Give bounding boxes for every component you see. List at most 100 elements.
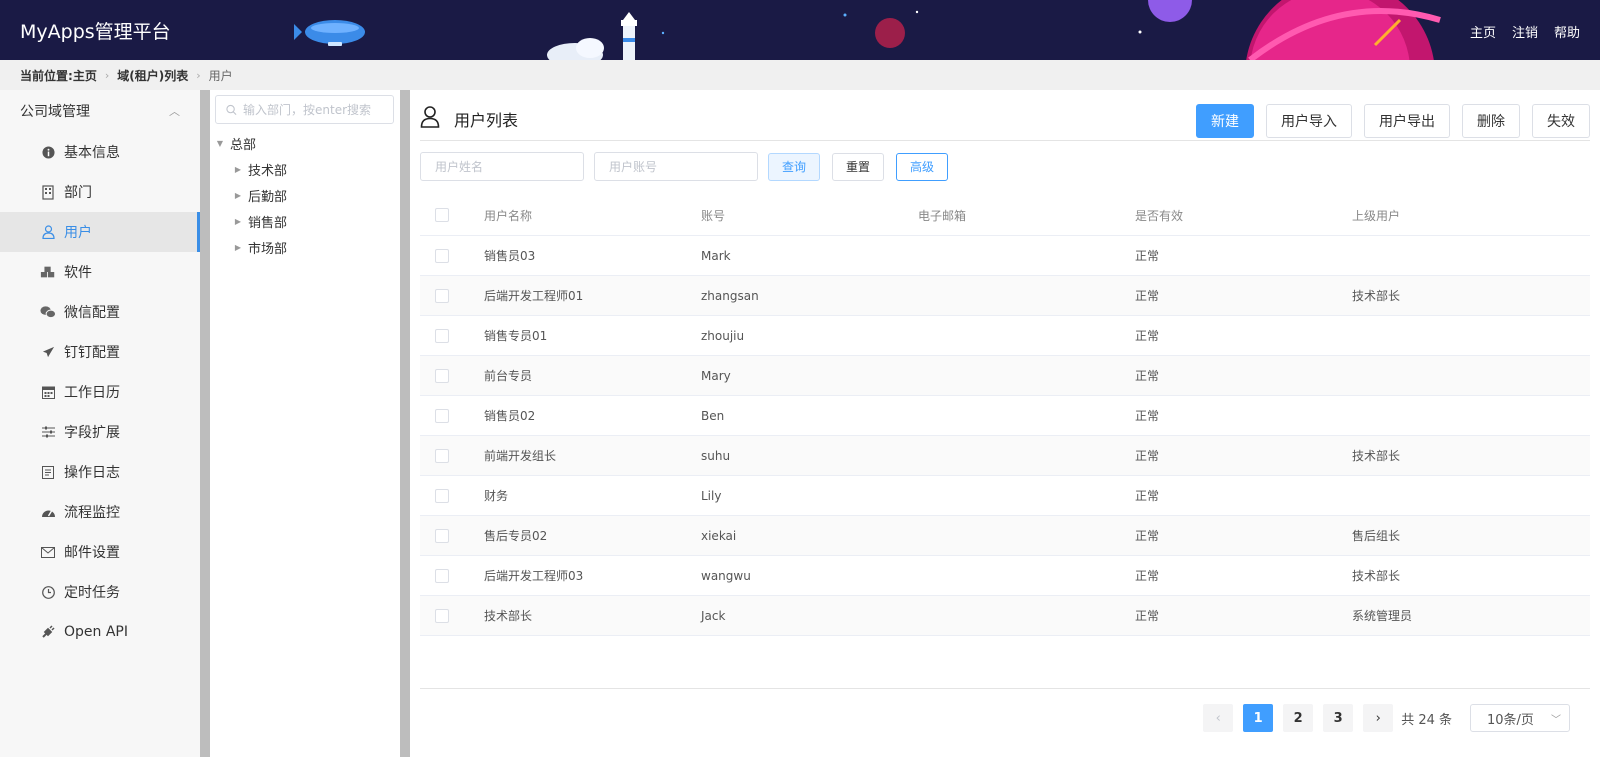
column-header-status[interactable]: 是否有效: [1135, 207, 1352, 224]
sidebar-item-software[interactable]: 软件: [0, 252, 200, 292]
page-title: 用户列表: [420, 106, 518, 132]
sidebar-item-scheduled-tasks[interactable]: 定时任务: [0, 572, 200, 612]
row-checkbox[interactable]: [435, 488, 449, 503]
breadcrumb-tenant-list[interactable]: 域(租户)列表: [117, 67, 188, 84]
nav-help-link[interactable]: 帮助: [1554, 22, 1580, 41]
user-icon: [420, 106, 440, 132]
caret-right-icon[interactable]: ▶: [232, 165, 244, 174]
row-checkbox[interactable]: [435, 448, 449, 463]
caret-down-icon[interactable]: ▼: [214, 139, 226, 148]
user-name-filter-input[interactable]: [420, 152, 584, 181]
sidebar-item-operation-log[interactable]: 操作日志: [0, 452, 200, 492]
sliders-icon: [40, 424, 56, 440]
table-row[interactable]: 售后专员02 xiekai 正常 售后组长: [420, 516, 1590, 556]
delete-button[interactable]: 删除: [1462, 104, 1520, 138]
page-button-2[interactable]: 2: [1283, 704, 1314, 732]
caret-right-icon[interactable]: ▶: [232, 191, 244, 200]
table-row[interactable]: 财务 Lily 正常: [420, 476, 1590, 516]
advanced-search-button[interactable]: 高级: [896, 152, 949, 181]
tree-node[interactable]: ▶ 市场部: [210, 234, 400, 260]
row-checkbox[interactable]: [435, 568, 449, 583]
import-users-button[interactable]: 用户导入: [1266, 104, 1352, 138]
breadcrumb-current: 用户: [208, 68, 233, 83]
deactivate-button[interactable]: 失效: [1532, 104, 1590, 138]
log-icon: [40, 464, 56, 480]
cell-user-name: 销售专员01: [484, 329, 548, 343]
table-row[interactable]: 后端开发工程师03 wangwu 正常 技术部长: [420, 556, 1590, 596]
table-row[interactable]: 销售专员01 zhoujiu 正常: [420, 316, 1590, 356]
next-page-button[interactable]: ›: [1363, 704, 1394, 732]
sidebar-item-users[interactable]: 用户: [0, 212, 200, 252]
table-row[interactable]: 后端开发工程师01 zhangsan 正常 技术部长: [420, 276, 1590, 316]
row-checkbox[interactable]: [435, 368, 449, 383]
nav-logout-link[interactable]: 注销: [1512, 22, 1538, 41]
sidebar-item-dingtalk[interactable]: 钉钉配置: [0, 332, 200, 372]
cell-account: Jack: [701, 608, 726, 623]
column-header-account[interactable]: 账号: [701, 207, 918, 224]
cell-superior: 售后组长: [1352, 529, 1401, 543]
sidebar-item-mail-settings[interactable]: 邮件设置: [0, 532, 200, 572]
sidebar-item-basic-info[interactable]: 基本信息: [0, 132, 200, 172]
cell-status: 正常: [1135, 329, 1160, 343]
panel-splitter[interactable]: [200, 90, 210, 757]
table-row[interactable]: 前端开发组长 suhu 正常 技术部长: [420, 436, 1590, 476]
cell-user-name: 销售员02: [484, 409, 536, 423]
chevron-right-icon: ›: [104, 68, 110, 82]
sidebar-item-label: 钉钉配置: [64, 345, 120, 361]
new-user-button[interactable]: 新建: [1196, 104, 1254, 138]
cell-status: 正常: [1135, 289, 1160, 303]
query-button[interactable]: 查询: [768, 152, 821, 181]
cell-superior: 技术部长: [1352, 449, 1401, 463]
page-title-text: 用户列表: [454, 111, 519, 130]
nav-home-link[interactable]: 主页: [1470, 22, 1496, 41]
column-header-email[interactable]: 电子邮箱: [918, 207, 1135, 224]
chevron-right-icon: ›: [196, 68, 201, 82]
row-checkbox[interactable]: [435, 328, 449, 343]
table-row[interactable]: 前台专员 Mary 正常: [420, 356, 1590, 396]
tree-node[interactable]: ▶ 技术部: [210, 156, 400, 182]
table-row[interactable]: 销售员02 Ben 正常: [420, 396, 1590, 436]
user-account-filter-input[interactable]: [594, 152, 758, 181]
sidebar-item-open-api[interactable]: Open API: [0, 612, 200, 652]
sidebar-item-field-extension[interactable]: 字段扩展: [0, 412, 200, 452]
sidebar-item-department[interactable]: 部门: [0, 172, 200, 212]
table-row[interactable]: 技术部长 Jack 正常 系统管理员: [420, 596, 1590, 636]
cell-account: xiekai: [701, 528, 737, 543]
sidebar-item-process-monitor[interactable]: 流程监控: [0, 492, 200, 532]
row-checkbox[interactable]: [435, 248, 449, 263]
breadcrumb-home[interactable]: 主页: [73, 67, 97, 84]
panel-splitter[interactable]: [400, 90, 410, 757]
caret-right-icon[interactable]: ▶: [232, 243, 244, 252]
tree-node[interactable]: ▶ 销售部: [210, 208, 400, 234]
sidebar-item-label: 软件: [64, 265, 92, 281]
reset-button[interactable]: 重置: [832, 152, 885, 181]
user-icon: [40, 224, 56, 240]
building-icon: [40, 184, 56, 200]
table-row[interactable]: 销售员03 Mark 正常: [420, 236, 1590, 276]
page-button-1[interactable]: 1: [1243, 704, 1274, 732]
row-checkbox[interactable]: [435, 528, 449, 543]
sidebar-section-header[interactable]: 公司域管理 ︿: [0, 90, 200, 132]
page-size-select[interactable]: 10条/页 ﹀: [1470, 704, 1570, 732]
page-size-value: 10条/页: [1487, 712, 1534, 728]
select-all-checkbox[interactable]: [435, 208, 449, 222]
row-checkbox[interactable]: [435, 608, 449, 623]
pagination: ‹ 1 2 3 › 共 24 条 10条/页 ﹀: [1203, 704, 1570, 732]
cell-account: Ben: [701, 408, 725, 423]
prev-page-button[interactable]: ‹: [1203, 704, 1234, 732]
tree-node-root[interactable]: ▼ 总部: [210, 130, 400, 156]
export-users-button[interactable]: 用户导出: [1364, 104, 1450, 138]
cell-user-name: 前台专员: [484, 369, 533, 383]
cell-user-name: 销售员03: [484, 249, 536, 263]
page-button-3[interactable]: 3: [1323, 704, 1354, 732]
cell-status: 正常: [1135, 369, 1160, 383]
tree-node[interactable]: ▶ 后勤部: [210, 182, 400, 208]
column-header-name[interactable]: 用户名称: [484, 207, 701, 224]
row-checkbox[interactable]: [435, 288, 449, 303]
department-search-input[interactable]: [243, 102, 393, 117]
sidebar-item-wechat[interactable]: 微信配置: [0, 292, 200, 332]
sidebar-item-calendar[interactable]: 工作日历: [0, 372, 200, 412]
caret-right-icon[interactable]: ▶: [232, 217, 244, 226]
column-header-superior[interactable]: 上级用户: [1352, 207, 1590, 224]
row-checkbox[interactable]: [435, 408, 449, 423]
